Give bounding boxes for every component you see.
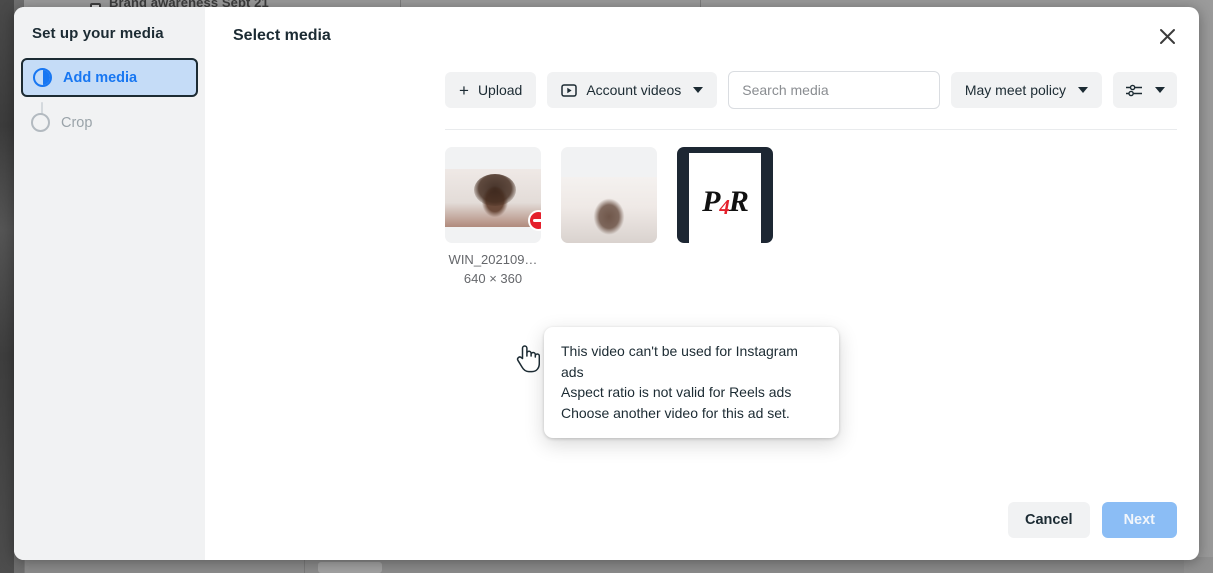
dialog-footer: Cancel Next: [205, 484, 1199, 560]
media-thumbnail[interactable]: [561, 147, 657, 243]
sidebar-item-crop[interactable]: Crop: [21, 105, 198, 140]
sliders-icon: [1126, 84, 1142, 96]
dialog-header: Select media: [205, 7, 1199, 65]
search-input[interactable]: [728, 71, 940, 109]
account-videos-dropdown[interactable]: Account videos: [547, 72, 718, 108]
select-media-dialog: Set up your media Add media Crop Select …: [14, 7, 1199, 560]
tooltip-line-2: Aspect ratio is not valid for Reels ads: [561, 384, 792, 400]
media-grid-area: WIN_202109… 640 × 360 P4R This video can…: [205, 130, 1199, 484]
policy-filter-dropdown[interactable]: May meet policy: [950, 72, 1102, 108]
thumbnail-image: P4R: [689, 153, 761, 243]
media-thumbnail[interactable]: P4R: [677, 147, 773, 243]
next-button[interactable]: Next: [1101, 502, 1177, 538]
account-videos-label: Account videos: [586, 82, 682, 98]
chevron-down-icon: [1155, 87, 1165, 93]
search-field-wrap: [728, 71, 940, 109]
chevron-down-icon: [693, 87, 704, 93]
cancel-button[interactable]: Cancel: [1008, 502, 1090, 538]
setup-media-rail: Set up your media Add media Crop: [14, 7, 205, 560]
error-badge[interactable]: [528, 210, 541, 231]
policy-filter-label: May meet policy: [964, 82, 1066, 98]
media-tile[interactable]: P4R: [677, 147, 773, 286]
circle-icon: [31, 113, 50, 132]
logo-letter-p: P: [702, 184, 720, 218]
media-grid: WIN_202109… 640 × 360 P4R: [445, 147, 1177, 286]
mouse-cursor-pointer-icon: [516, 345, 540, 373]
thumbnail-image: [561, 177, 657, 243]
error-tooltip: This video can't be used for Instagram a…: [544, 327, 839, 438]
tooltip-line-1: This video can't be used for Instagram a…: [561, 343, 798, 380]
sort-settings-dropdown[interactable]: [1113, 72, 1177, 108]
video-icon: [561, 83, 578, 97]
upload-button-label: Upload: [477, 82, 523, 98]
media-thumbnail[interactable]: [445, 147, 541, 243]
media-dimensions: 640 × 360: [463, 271, 523, 286]
plus-icon: +: [459, 80, 469, 100]
media-toolbar: + Upload Account videos May meet policy: [205, 65, 1199, 119]
upload-button[interactable]: + Upload: [445, 72, 537, 108]
media-name: WIN_202109…: [448, 252, 538, 267]
dialog-content: Select media + Upload Account videos Sea…: [205, 7, 1199, 560]
page-title: Select media: [233, 27, 331, 44]
sidebar-item-add-media[interactable]: Add media: [21, 58, 198, 97]
half-circle-icon: [33, 68, 52, 87]
close-button[interactable]: [1151, 20, 1183, 52]
chevron-down-icon: [1078, 87, 1088, 93]
background-pill: [318, 562, 382, 573]
rail-title: Set up your media: [32, 25, 164, 42]
media-tile[interactable]: WIN_202109… 640 × 360: [445, 147, 541, 286]
error-badge-bar: [533, 219, 541, 222]
rail-step-list: Add media Crop: [14, 58, 205, 140]
logo-glyphs: P4R: [702, 184, 749, 219]
tooltip-line-3: Choose another video for this ad set.: [561, 404, 790, 421]
sidebar-item-label: Add media: [63, 69, 138, 86]
media-tile[interactable]: [561, 147, 657, 286]
close-icon: [1159, 28, 1175, 44]
app-left-rail: [0, 0, 14, 573]
thumbnail-image: [445, 169, 541, 227]
sidebar-item-label: Crop: [61, 114, 93, 131]
logo-letter-r: R: [728, 184, 749, 218]
logo-letter-4: 4: [719, 194, 729, 219]
